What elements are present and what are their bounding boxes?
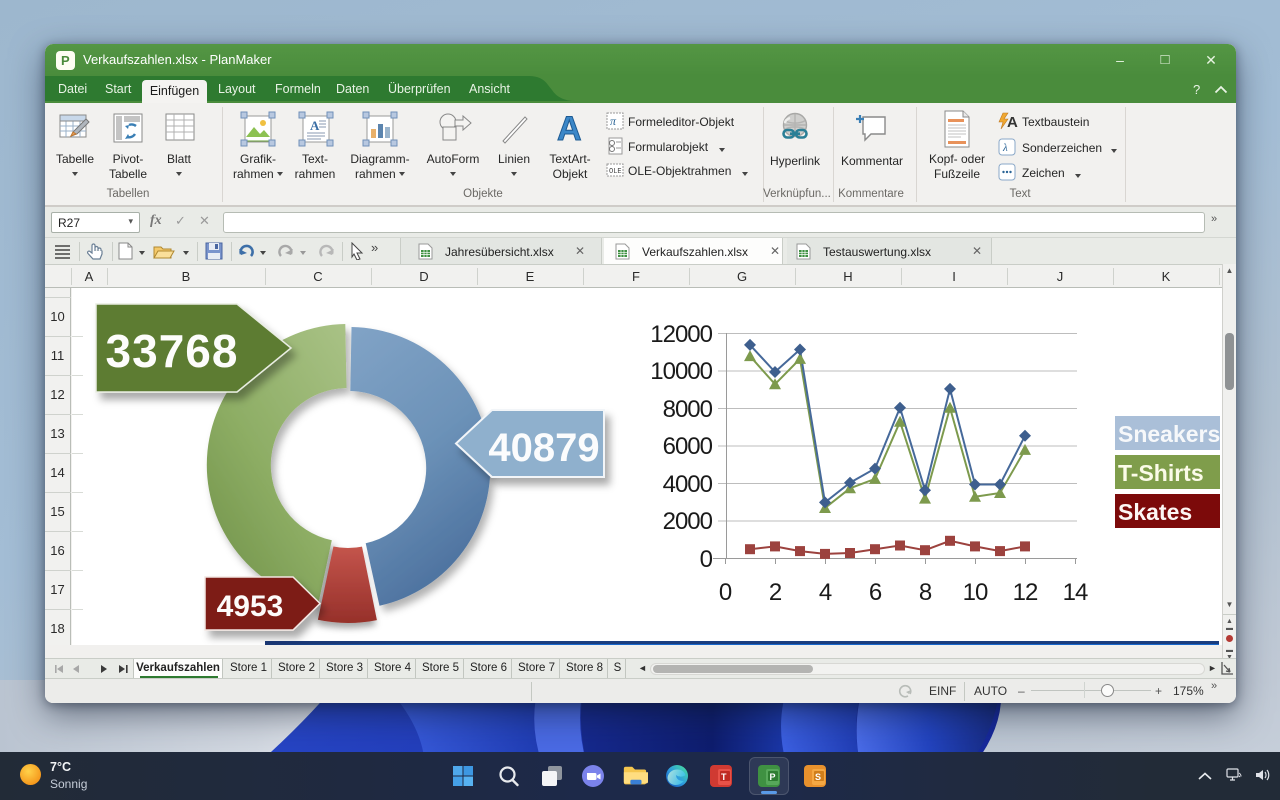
svg-text:2: 2 <box>769 579 782 606</box>
svg-text:T: T <box>721 772 727 782</box>
svg-text:A: A <box>1007 114 1018 130</box>
svg-text:4000: 4000 <box>663 471 713 498</box>
svg-text:0: 0 <box>719 579 732 606</box>
svg-text:P: P <box>770 772 776 782</box>
svg-text:14: 14 <box>1063 579 1088 606</box>
svg-text:4953: 4953 <box>217 590 284 623</box>
svg-text:10: 10 <box>963 579 988 606</box>
svg-text:Sneakers: Sneakers <box>1118 421 1220 447</box>
svg-text:33768: 33768 <box>106 325 239 377</box>
svg-text:4: 4 <box>819 579 832 606</box>
svg-text:8: 8 <box>919 579 932 606</box>
svg-text:2000: 2000 <box>663 508 713 535</box>
svg-text:π: π <box>610 114 617 128</box>
svg-text:40879: 40879 <box>488 426 599 470</box>
svg-text:8000: 8000 <box>663 396 713 423</box>
svg-text:A: A <box>310 118 320 133</box>
svg-text:Skates: Skates <box>1118 499 1192 525</box>
svg-text:10000: 10000 <box>650 358 712 385</box>
svg-text:S: S <box>815 772 821 782</box>
svg-text:A: A <box>557 110 582 147</box>
svg-text:T-Shirts: T-Shirts <box>1118 460 1204 486</box>
svg-text:12: 12 <box>1013 579 1038 606</box>
svg-text:12000: 12000 <box>650 321 712 348</box>
svg-text:OLE: OLE <box>609 168 622 176</box>
svg-text:6: 6 <box>869 579 882 606</box>
svg-text:0: 0 <box>700 546 713 573</box>
svg-text:6000: 6000 <box>663 433 713 460</box>
svg-text:λ: λ <box>1002 142 1008 154</box>
